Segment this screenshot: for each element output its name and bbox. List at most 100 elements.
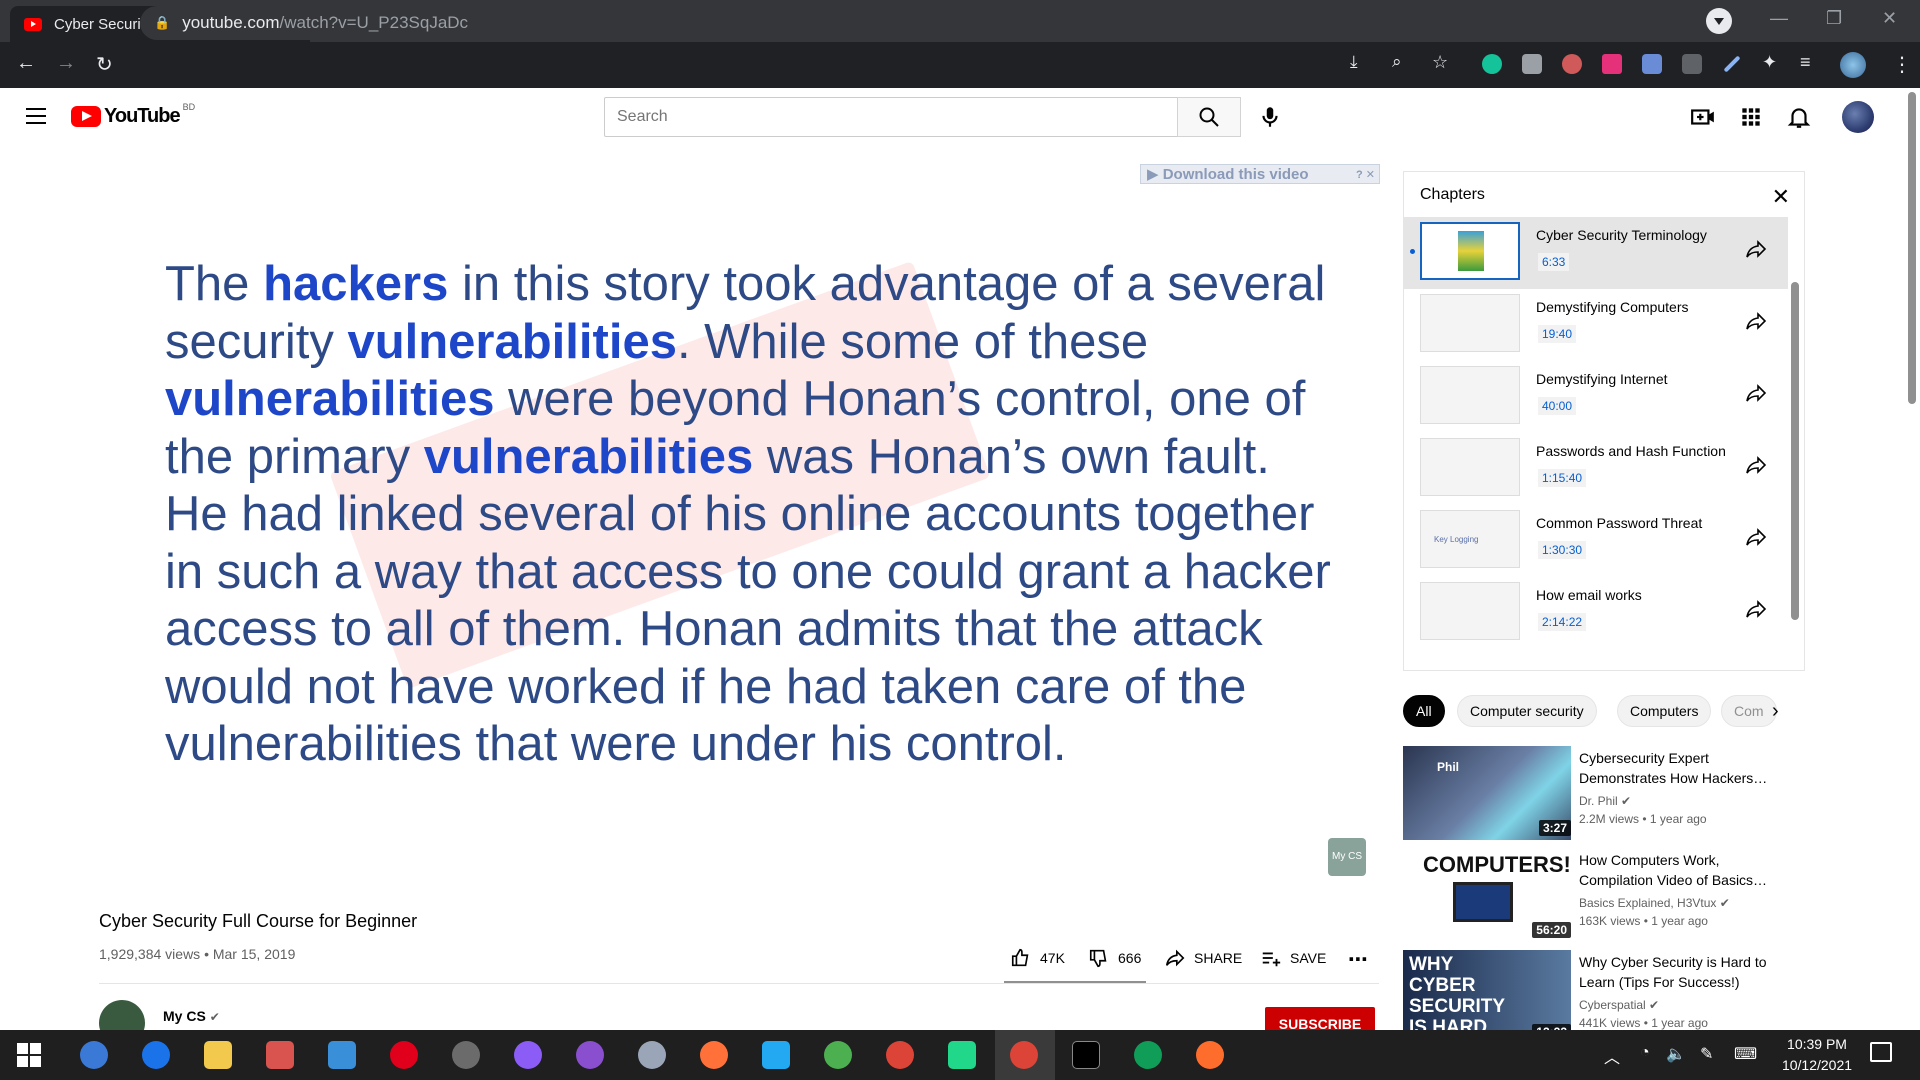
notifications-bell-icon[interactable]	[1786, 104, 1812, 130]
page-scrollbar[interactable]	[1908, 92, 1916, 404]
chapter-share-icon[interactable]	[1744, 453, 1768, 477]
play-extension-icon[interactable]	[1602, 54, 1622, 74]
address-bar[interactable]: 🔒 youtube.com/watch?v=U_P23SqJaDc	[140, 6, 1358, 40]
puzzle-extensions-icon[interactable]: ✦	[1762, 52, 1777, 73]
github-desktop-icon[interactable]	[576, 1041, 604, 1069]
chapter-share-icon[interactable]	[1744, 237, 1768, 261]
camera-extension-icon[interactable]	[1522, 54, 1542, 74]
channel-name[interactable]: Dr. Phil ✔	[1579, 794, 1631, 808]
chapter-timestamp[interactable]: 19:40	[1538, 325, 1577, 343]
apps-grid-icon[interactable]	[1738, 104, 1764, 130]
save-button[interactable]: SAVE	[1260, 947, 1326, 969]
opera-icon[interactable]	[390, 1041, 418, 1069]
channel-name[interactable]: Basics Explained, H3Vtux ✔	[1579, 896, 1730, 910]
download-bar-controls[interactable]: ? ✕	[1356, 168, 1375, 181]
keyboard-icon[interactable]: ⌨	[1734, 1044, 1757, 1064]
store-icon[interactable]	[266, 1041, 294, 1069]
channel-watermark-badge[interactable]: My CS	[1328, 838, 1366, 876]
like-button[interactable]: 47K	[1010, 947, 1065, 969]
video-title[interactable]: Cybersecurity Expert Demonstrates How Ha…	[1579, 748, 1789, 788]
bookmark-star-icon[interactable]: ☆	[1432, 52, 1448, 73]
profile-avatar[interactable]	[1840, 52, 1866, 78]
chapter-share-icon[interactable]	[1744, 597, 1768, 621]
chapter-item[interactable]: How email works 2:14:22	[1404, 577, 1788, 649]
youtube-logo[interactable]: YouTube BD	[71, 102, 195, 128]
globe-app-icon[interactable]	[824, 1041, 852, 1069]
search-input[interactable]	[604, 97, 1178, 137]
extension-icon[interactable]	[1562, 54, 1582, 74]
edge-icon[interactable]	[142, 1041, 170, 1069]
install-icon[interactable]: ⤓	[1350, 52, 1358, 72]
postman-icon[interactable]	[1196, 1041, 1224, 1069]
chrome-menu-icon[interactable]: ⋮	[1892, 52, 1912, 77]
chapter-share-icon[interactable]	[1744, 309, 1768, 333]
zoom-icon[interactable]: ⌕	[1392, 52, 1402, 72]
recommended-video[interactable]: COMPUTERS! 56:20 How Computers Work, Compi…	[1403, 848, 1813, 942]
chapter-timestamp[interactable]: 40:00	[1538, 397, 1577, 415]
chapter-timestamp[interactable]: 6:33	[1538, 253, 1570, 271]
chips-next-icon[interactable]: ›	[1772, 700, 1779, 723]
chapter-timestamp[interactable]: 1:15:40	[1538, 469, 1587, 487]
filter-chip[interactable]: Computers	[1617, 695, 1712, 727]
back-icon[interactable]: ←	[16, 52, 36, 75]
filter-chip[interactable]: All	[1403, 695, 1445, 727]
firefox-icon[interactable]	[700, 1041, 728, 1069]
chapter-timestamp[interactable]: 1:30:30	[1538, 541, 1587, 559]
microphone-icon[interactable]	[1257, 104, 1283, 130]
chapter-item[interactable]: Demystifying Computers 19:40	[1404, 289, 1788, 361]
chapter-item[interactable]: Passwords and Hash Function 1:15:40	[1404, 433, 1788, 505]
messenger-icon[interactable]	[514, 1041, 542, 1069]
chapter-item[interactable]: Cyber Security Terminology 6:33	[1404, 217, 1788, 289]
chrome-profile-icon[interactable]	[1134, 1041, 1162, 1069]
grammarly-extension-icon[interactable]	[1482, 54, 1502, 74]
extension-icon-2[interactable]	[1682, 54, 1702, 74]
close-chapters-icon[interactable]: ✕	[1772, 184, 1790, 210]
minimize-icon[interactable]: —	[1770, 8, 1788, 29]
chapter-timestamp[interactable]: 2:14:22	[1538, 613, 1587, 631]
download-video-bar[interactable]: ▶ Download this video ? ✕	[1140, 164, 1380, 184]
chrome-active-icon[interactable]	[1010, 1041, 1038, 1069]
windows-start-icon[interactable]	[16, 1042, 44, 1070]
more-actions-icon[interactable]: ⋯	[1348, 947, 1368, 972]
video-title[interactable]: Why Cyber Security is Hard to Learn (Tip…	[1579, 952, 1789, 992]
satellite-app-icon[interactable]	[452, 1041, 480, 1069]
channel-name[interactable]: Cyberspatial ✔	[1579, 998, 1659, 1012]
video-title[interactable]: How Computers Work, Compilation Video of…	[1579, 850, 1789, 890]
chapter-share-icon[interactable]	[1744, 381, 1768, 405]
chapter-share-icon[interactable]	[1744, 525, 1768, 549]
menu-icon[interactable]	[26, 108, 46, 124]
paint-icon[interactable]	[638, 1041, 666, 1069]
forward-icon[interactable]: →	[56, 52, 76, 75]
filter-chip[interactable]: Computer security	[1457, 695, 1597, 727]
pycharm-icon[interactable]	[948, 1041, 976, 1069]
dislike-button[interactable]: 666	[1088, 947, 1141, 969]
tray-overflow-icon[interactable]: ︿	[1604, 1044, 1620, 1068]
downloader-extension-icon[interactable]	[1642, 54, 1662, 74]
mail-icon[interactable]	[328, 1041, 356, 1069]
restore-icon[interactable]: ❐	[1826, 8, 1842, 29]
recommended-video[interactable]: Phil 3:27 Cybersecurity Expert Demonstrate…	[1403, 746, 1813, 840]
qbittorrent-icon[interactable]	[80, 1041, 108, 1069]
chrome-icon[interactable]	[886, 1041, 914, 1069]
volume-icon[interactable]: 🔈	[1666, 1044, 1686, 1064]
share-button[interactable]: SHARE	[1164, 947, 1242, 969]
search-button[interactable]	[1177, 97, 1241, 137]
chapters-scrollbar[interactable]	[1791, 282, 1799, 620]
network-icon[interactable]: ◔	[1640, 1044, 1650, 1062]
window-close-icon[interactable]: ✕	[1882, 8, 1897, 29]
media-control-icon[interactable]: ≡	[1800, 52, 1811, 73]
create-video-icon[interactable]	[1690, 104, 1716, 130]
taskbar-clock[interactable]: 10:39 PM 10/12/2021	[1772, 1034, 1862, 1076]
reload-icon[interactable]: ↻	[96, 52, 113, 77]
vscode-icon[interactable]	[762, 1041, 790, 1069]
file-explorer-icon[interactable]	[204, 1041, 232, 1069]
chapter-item[interactable]: Common Password Threat 1:30:30 Key Logging	[1404, 505, 1788, 577]
pen-tray-icon[interactable]: ✎	[1700, 1044, 1713, 1064]
filter-chip[interactable]: Com	[1721, 695, 1777, 727]
account-avatar[interactable]	[1842, 101, 1874, 133]
tab-search-icon[interactable]	[1706, 8, 1732, 34]
notifications-center-icon[interactable]	[1870, 1042, 1892, 1062]
chapter-item[interactable]: Demystifying Internet 40:00	[1404, 361, 1788, 433]
channel-name[interactable]: My CS ✔	[163, 1008, 220, 1024]
terminal-icon[interactable]	[1072, 1041, 1100, 1069]
